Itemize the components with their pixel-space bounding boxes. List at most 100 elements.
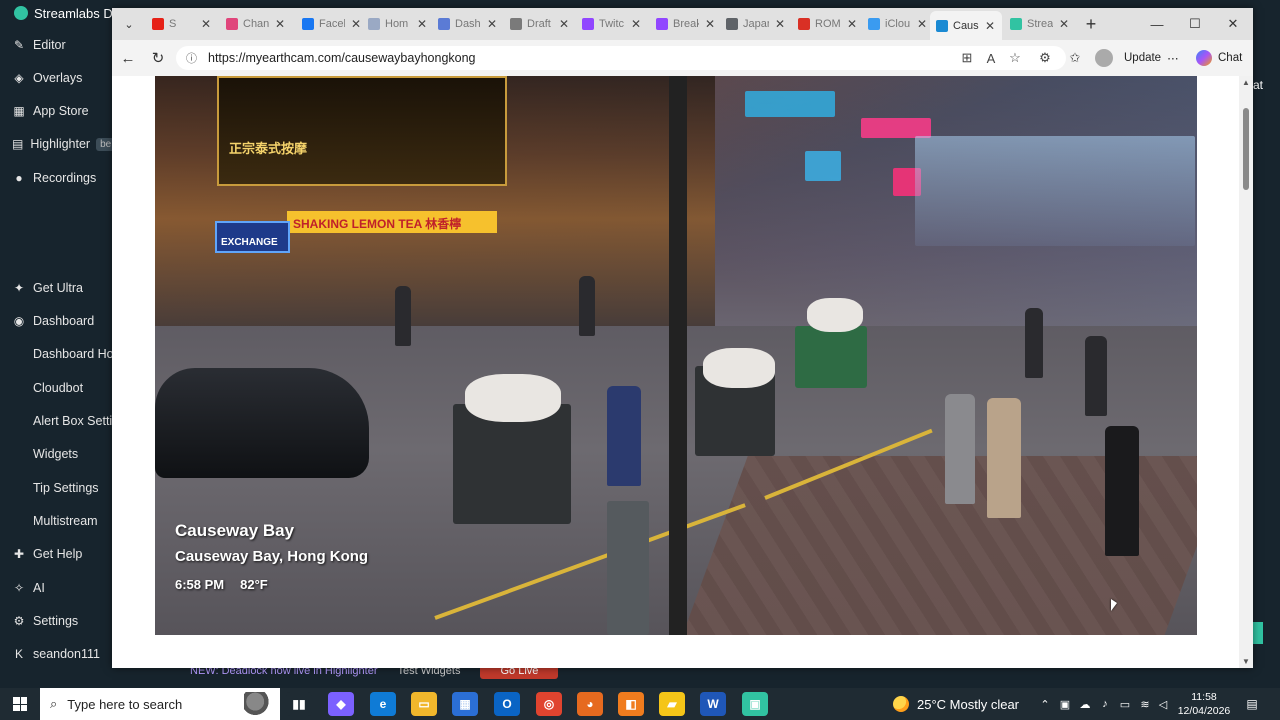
sidebar-item[interactable]: Multistream [0, 507, 112, 535]
browser-tab[interactable]: Chan ✕ [220, 12, 290, 36]
sidebar-item[interactable]: ⚙ Settings [0, 607, 112, 635]
battery-icon[interactable]: ▭ [1117, 696, 1133, 712]
start-button[interactable] [0, 688, 40, 720]
sidebar-item[interactable]: ✎ Editor [0, 31, 112, 59]
live-camera-feed[interactable]: 正宗泰式按摩 SHAKING LEMON TEA 林香檸 EXCHANGE Ca… [155, 76, 1197, 635]
sidebar-item[interactable]: Alert Box Settin [0, 407, 112, 435]
page-scrollbar[interactable]: ▲ ▼ [1239, 76, 1253, 668]
chrome-icon[interactable]: ◎ [536, 692, 562, 716]
task-view-icon[interactable]: ▮▮ [286, 692, 312, 716]
tab-label: Break [673, 18, 699, 30]
streamlabs-side-tab[interactable] [1253, 622, 1263, 644]
trash-bags [703, 348, 775, 388]
minimize-button[interactable]: — [1139, 12, 1175, 36]
browser-tab[interactable]: Hom ✕ [362, 12, 432, 36]
word-icon[interactable]: W [700, 692, 726, 716]
browser-tab[interactable]: Break ✕ [650, 12, 720, 36]
read-aloud-icon[interactable]: A [982, 49, 1000, 67]
browser-tab[interactable]: Faceb ✕ [296, 12, 366, 36]
tray-app-icon[interactable]: ▣ [1057, 696, 1073, 712]
sidebar-item-label: Dashboard [33, 314, 95, 328]
extension-icon[interactable]: ⚙ [1036, 49, 1054, 67]
sidebar-item[interactable]: Dashboard Hom [0, 340, 112, 368]
tab-close-icon[interactable]: ✕ [1059, 17, 1069, 31]
tray-chevron-icon[interactable]: ⌃ [1037, 696, 1053, 712]
site-info-icon[interactable]: ⓘ [186, 50, 200, 66]
sidebar-item[interactable]: ● Recordings [0, 164, 112, 192]
onedrive-icon[interactable]: ☁ [1077, 696, 1093, 712]
wifi-icon[interactable]: ≋ [1137, 696, 1153, 712]
streamlabs-icon[interactable]: ▣ [742, 692, 768, 716]
copilot-icon[interactable]: ◆ [328, 692, 354, 716]
sidebar-item[interactable]: ▦ App Store [0, 97, 112, 125]
tab-active[interactable]: Caus ✕ [930, 11, 1002, 40]
tab-close-icon[interactable]: ✕ [847, 17, 857, 31]
address-bar[interactable]: ⓘ https://myearthcam.com/causewaybayhong… [176, 46, 1066, 70]
browser-tab[interactable]: ROM ✕ [792, 12, 862, 36]
tab-close-icon[interactable]: ✕ [775, 17, 785, 31]
sidebar-item-label: Multistream [33, 514, 98, 528]
favorite-star-icon[interactable]: ☆ [1006, 49, 1024, 67]
favorites-icon[interactable]: ✩ [1066, 49, 1084, 67]
tab-close-icon[interactable]: ✕ [417, 17, 427, 31]
mouse-cursor-icon [1111, 599, 1117, 611]
camera-caption: Causeway Bay Causeway Bay, Hong Kong 6:5… [175, 521, 368, 592]
browser-tab[interactable]: Dashi ✕ [432, 12, 502, 36]
update-button[interactable]: Update ⋯ [1124, 47, 1179, 69]
maximize-button[interactable]: ☐ [1177, 12, 1213, 36]
more-menu-icon[interactable]: ⋯ [1167, 51, 1179, 65]
sidebar-item[interactable]: ◈ Overlays [0, 64, 112, 92]
tab-close-icon[interactable]: ✕ [917, 17, 927, 31]
sidebar-item[interactable]: ✦ Get Ultra [0, 274, 112, 302]
volume-icon[interactable]: ◁ [1155, 696, 1171, 712]
browser-tab[interactable]: S ✕ [146, 12, 216, 36]
new-tab-button[interactable]: + [1080, 13, 1102, 35]
tab-close-icon[interactable]: ✕ [631, 17, 641, 31]
tab-favicon-icon [656, 18, 668, 30]
microphone-icon[interactable]: ♪ [1097, 696, 1113, 712]
sidebar-item[interactable]: ◉ Dashboard [0, 307, 112, 335]
weather-sun-icon [893, 696, 909, 712]
sidebar-item[interactable]: Widgets [0, 440, 112, 468]
tab-close-icon[interactable]: ✕ [705, 17, 715, 31]
outlook-icon[interactable]: O [494, 692, 520, 716]
tab-close-icon[interactable]: ✕ [201, 17, 211, 31]
sticky-notes-icon[interactable]: ▰ [659, 692, 685, 716]
file-explorer-icon[interactable]: ▭ [411, 692, 437, 716]
browser-tab[interactable]: iClou ✕ [862, 12, 932, 36]
copilot-chat-button[interactable]: Chat [1196, 47, 1242, 69]
firefox-icon[interactable]: ◕ [577, 692, 603, 716]
scrollbar-thumb[interactable] [1243, 108, 1249, 190]
browser-tab[interactable]: Draft ✕ [504, 12, 574, 36]
back-button[interactable]: ← [118, 48, 138, 68]
store-icon[interactable]: ▦ [452, 692, 478, 716]
notification-center-icon[interactable]: ▤ [1244, 696, 1260, 712]
tab-close-icon[interactable]: ✕ [351, 17, 361, 31]
url-text[interactable]: https://myearthcam.com/causewaybayhongko… [208, 51, 476, 65]
reload-button[interactable]: ↻ [148, 48, 168, 68]
app-orange-icon[interactable]: ◧ [618, 692, 644, 716]
tab-actions-chevron-icon[interactable]: ⌄ [118, 14, 140, 34]
sidebar-item[interactable]: ▤ Highlighter be [0, 130, 112, 158]
browser-tab[interactable]: Japan ✕ [720, 12, 790, 36]
sidebar-item[interactable]: ✧ AI [0, 574, 112, 602]
profile-avatar[interactable] [1095, 49, 1113, 67]
sidebar-item[interactable]: Kseandon111 [0, 640, 112, 668]
scroll-up-arrow-icon[interactable]: ▲ [1242, 78, 1250, 87]
tab-close-icon[interactable]: ✕ [487, 17, 497, 31]
tab-close-icon[interactable]: ✕ [559, 17, 569, 31]
taskbar-clock[interactable]: 11:58 12/04/2026 [1176, 690, 1232, 718]
browser-tab[interactable]: Strea ✕ [1004, 12, 1074, 36]
weather-widget[interactable]: 25°C Mostly clear [893, 688, 1019, 720]
tab-close-icon[interactable]: ✕ [985, 19, 995, 33]
tab-close-icon[interactable]: ✕ [275, 17, 285, 31]
sidebar-item[interactable]: Tip Settings [0, 474, 112, 502]
edge-icon[interactable]: e [370, 692, 396, 716]
sidebar-item[interactable]: Cloudbot [0, 374, 112, 402]
browser-tab[interactable]: Twitc ✕ [576, 12, 646, 36]
scroll-down-arrow-icon[interactable]: ▼ [1242, 657, 1250, 666]
close-window-button[interactable]: ✕ [1215, 12, 1251, 36]
sidebar-item[interactable]: ✚ Get Help [0, 540, 112, 568]
apps-icon[interactable]: ⊞ [958, 49, 976, 67]
taskbar-search[interactable]: ⌕ Type here to search [40, 688, 280, 720]
